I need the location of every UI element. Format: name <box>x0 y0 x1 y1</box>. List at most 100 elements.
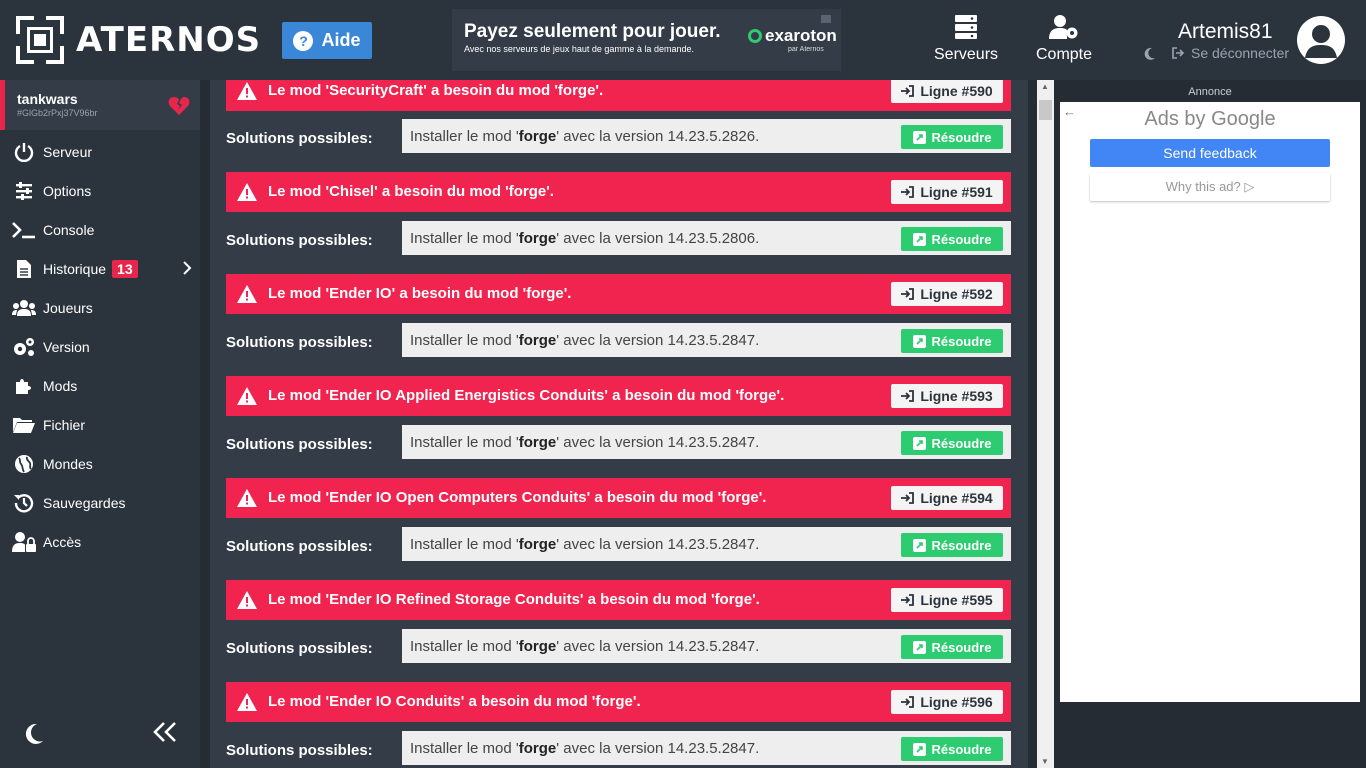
logout-row: Se déconnecter <box>1144 45 1289 61</box>
sign-in-icon <box>901 85 915 97</box>
line-button[interactable]: Ligne #595 <box>891 588 1003 612</box>
history-count-badge: 13 <box>112 259 138 278</box>
gears-icon <box>14 337 34 356</box>
solution-text: Installer le mod 'forge' avec la version… <box>410 740 760 757</box>
line-label: Ligne #590 <box>920 83 993 99</box>
sidebar-item-label: Mods <box>43 377 78 394</box>
sidebar-item-sauvegardes[interactable]: Sauvegardes <box>0 483 200 522</box>
sidebar-item-acces[interactable]: Accès <box>0 522 200 561</box>
username: Artemis81 <box>1178 20 1273 43</box>
nav-account[interactable]: Compte <box>1036 14 1092 64</box>
send-feedback-button[interactable]: Send feedback <box>1090 139 1330 167</box>
nav-servers-label: Serveurs <box>934 46 999 63</box>
sidebar-item-mondes[interactable]: Mondes <box>0 444 200 483</box>
moon-icon[interactable] <box>1144 47 1156 60</box>
nav-servers[interactable]: Serveurs <box>934 14 998 64</box>
sidebar-item-fichier[interactable]: Fichier <box>0 405 200 444</box>
solution-box: Installer le mod 'forge' avec la version… <box>402 323 1011 357</box>
sidebar-item-serveur[interactable]: Serveur <box>0 132 200 171</box>
line-button[interactable]: Ligne #594 <box>891 486 1003 510</box>
exaroton-logo-icon <box>748 29 762 43</box>
avatar[interactable] <box>1297 16 1345 64</box>
sidebar-item-label: Joueurs <box>43 299 93 316</box>
solution-box: Installer le mod 'forge' avec la version… <box>402 527 1011 561</box>
sidebar-item-historique[interactable]: Historique 13 <box>0 249 200 288</box>
sidebar-item-console[interactable]: Console <box>0 210 200 249</box>
error-message: Le mod 'Ender IO' a besoin du mod 'forge… <box>268 285 572 302</box>
sidebar: tankwars #GlGb2rPxj37V96br Serveur Optio… <box>0 80 200 768</box>
resolve-label: Résoudre <box>931 129 992 145</box>
resolve-button[interactable]: Résoudre <box>901 329 1003 353</box>
error-banner: Le mod 'Ender IO Open Computers Conduits… <box>226 478 1011 518</box>
ads-by-google: Ads by Google <box>1144 108 1276 130</box>
error-message: Le mod 'Ender IO Conduits' a besoin du m… <box>268 693 641 710</box>
external-link-icon <box>912 538 926 552</box>
line-button[interactable]: Ligne #591 <box>891 180 1003 204</box>
line-button[interactable]: Ligne #593 <box>891 384 1003 408</box>
solution-text: Installer le mod 'forge' avec la version… <box>410 230 760 247</box>
dark-mode-moon-icon[interactable] <box>24 723 44 745</box>
solution-text: Installer le mod 'forge' avec la version… <box>410 638 760 655</box>
error-banner: Le mod 'Ender IO Refined Storage Conduit… <box>226 580 1011 620</box>
header: ATERNOS ? Aide Payez seulement pour joue… <box>0 0 1366 80</box>
error-banner: Le mod 'Chisel' a besoin du mod 'forge'.… <box>226 172 1011 212</box>
error-message: Le mod 'SecurityCraft' a besoin du mod '… <box>268 82 604 99</box>
sidebar-item-joueurs[interactable]: Joueurs <box>0 288 200 327</box>
resolve-button[interactable]: Résoudre <box>901 737 1003 761</box>
error-banner: Le mod 'Ender IO Conduits' a besoin du m… <box>226 682 1011 722</box>
sidebar-item-label: Sauvegardes <box>43 494 126 511</box>
scrollbar-thumb[interactable] <box>1039 100 1052 120</box>
help-button[interactable]: ? Aide <box>282 22 372 59</box>
line-label: Ligne #591 <box>920 184 993 200</box>
sidebar-menu: Serveur Options Console Historique 13 Jo… <box>0 132 200 561</box>
server-card[interactable]: tankwars #GlGb2rPxj37V96br <box>0 80 200 130</box>
sidebar-item-mods[interactable]: Mods <box>0 366 200 405</box>
sidebar-item-label: Console <box>43 221 95 238</box>
sidebar-item-version[interactable]: Version <box>0 327 200 366</box>
resolve-label: Résoudre <box>931 333 992 349</box>
collapse-sidebar-icon[interactable] <box>152 721 178 743</box>
sign-in-icon <box>901 492 915 504</box>
why-this-ad-button[interactable]: Why this ad? ▷ <box>1090 173 1330 201</box>
line-label: Ligne #596 <box>920 694 993 710</box>
resolve-label: Résoudre <box>931 231 992 247</box>
resolve-label: Résoudre <box>931 639 992 655</box>
logo-mark-icon <box>16 16 64 64</box>
history-icon <box>14 493 34 512</box>
promo-brand-name: exaroton <box>765 26 837 45</box>
aternos-logo[interactable]: ATERNOS <box>16 16 261 64</box>
warning-icon <box>237 489 257 507</box>
warning-icon <box>237 591 257 609</box>
exaroton-promo-banner[interactable]: Payez seulement pour jouer. Avec nos ser… <box>452 9 841 71</box>
external-link-icon <box>912 640 926 654</box>
solutions-label: Solutions possibles: <box>226 232 373 249</box>
scroll-up-arrow-icon[interactable]: ▲ <box>1041 82 1049 91</box>
solution-box: Installer le mod 'forge' avec la version… <box>402 119 1011 153</box>
external-link-icon <box>912 130 926 144</box>
power-icon <box>14 142 34 162</box>
external-link-icon <box>912 742 926 756</box>
promo-subtitle: Avec nos serveurs de jeux haut de gamme … <box>464 44 694 54</box>
logout-link[interactable]: Se déconnecter <box>1191 45 1289 61</box>
sliders-icon <box>16 181 32 200</box>
sidebar-item-label: Options <box>43 182 92 199</box>
warning-icon <box>237 693 257 711</box>
promo-brand-sub: par Aternos <box>788 46 824 53</box>
sidebar-item-label: Accès <box>43 533 82 550</box>
solutions-label: Solutions possibles: <box>226 742 373 759</box>
page-scrollbar[interactable]: ▲ ▼ <box>1037 80 1054 768</box>
solution-text: Installer le mod 'forge' avec la version… <box>410 332 760 349</box>
sidebar-item-label: Fichier <box>43 416 86 433</box>
resolve-button[interactable]: Résoudre <box>901 431 1003 455</box>
scroll-down-arrow-icon[interactable]: ▼ <box>1041 757 1049 766</box>
line-button[interactable]: Ligne #592 <box>891 282 1003 306</box>
resolve-button[interactable]: Résoudre <box>901 227 1003 251</box>
line-button[interactable]: Ligne #590 <box>891 80 1003 103</box>
sidebar-item-options[interactable]: Options <box>0 171 200 210</box>
resolve-button[interactable]: Résoudre <box>901 125 1003 149</box>
resolve-button[interactable]: Résoudre <box>901 533 1003 557</box>
line-button[interactable]: Ligne #596 <box>891 690 1003 714</box>
solutions-label: Solutions possibles: <box>226 436 373 453</box>
resolve-button[interactable]: Résoudre <box>901 635 1003 659</box>
solutions-label: Solutions possibles: <box>226 538 373 555</box>
